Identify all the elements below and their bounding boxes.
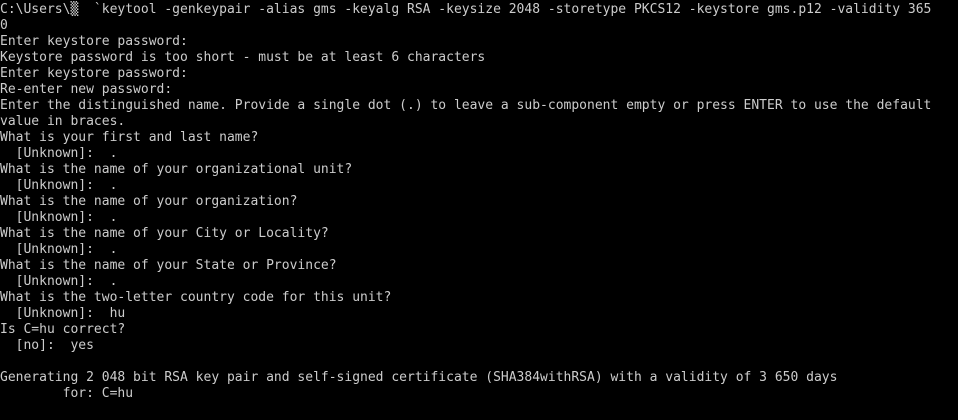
answer-organization: [Unknown]: . (0, 210, 118, 225)
terminal-window[interactable]: C:\Users\▒ `keytool -genkeypair -alias g… (0, 0, 958, 420)
distinguished-name-instructions: Enter the distinguished name. Provide a … (0, 98, 932, 113)
prompt-first-last-name: What is your first and last name? (0, 130, 259, 145)
distinguished-name-instructions-wrap: value in braces. (0, 114, 126, 129)
prompt-state-province: What is the name of your State or Provin… (0, 258, 337, 273)
answer-first-last-name: [Unknown]: . (0, 146, 118, 161)
command-line-wrap: 0 (0, 18, 8, 33)
answer-state-province: [Unknown]: . (0, 274, 118, 289)
generating-for-subject: for: C=hu (0, 386, 134, 401)
prompt-keystore-password-retry: Enter keystore password: (0, 66, 188, 81)
prompt-confirm-dn: Is C=hu correct? (0, 322, 126, 337)
error-password-too-short: Keystore password is too short - must be… (0, 50, 486, 65)
answer-confirm-dn: [no]: yes (0, 338, 94, 353)
prompt-keystore-password: Enter keystore password: (0, 34, 188, 49)
answer-country-code: [Unknown]: hu (0, 306, 126, 321)
prompt-reenter-password: Re-enter new password: (0, 82, 173, 97)
generating-keypair-message: Generating 2 048 bit RSA key pair and se… (0, 370, 838, 385)
answer-organizational-unit: [Unknown]: . (0, 178, 118, 193)
prompt-city-locality: What is the name of your City or Localit… (0, 226, 329, 241)
command-line: C:\Users\▒ `keytool -genkeypair -alias g… (0, 2, 932, 17)
prompt-organization: What is the name of your organization? (0, 194, 298, 209)
answer-city-locality: [Unknown]: . (0, 242, 118, 257)
prompt-organizational-unit: What is the name of your organizational … (0, 162, 353, 177)
prompt-country-code: What is the two-letter country code for … (0, 290, 392, 305)
